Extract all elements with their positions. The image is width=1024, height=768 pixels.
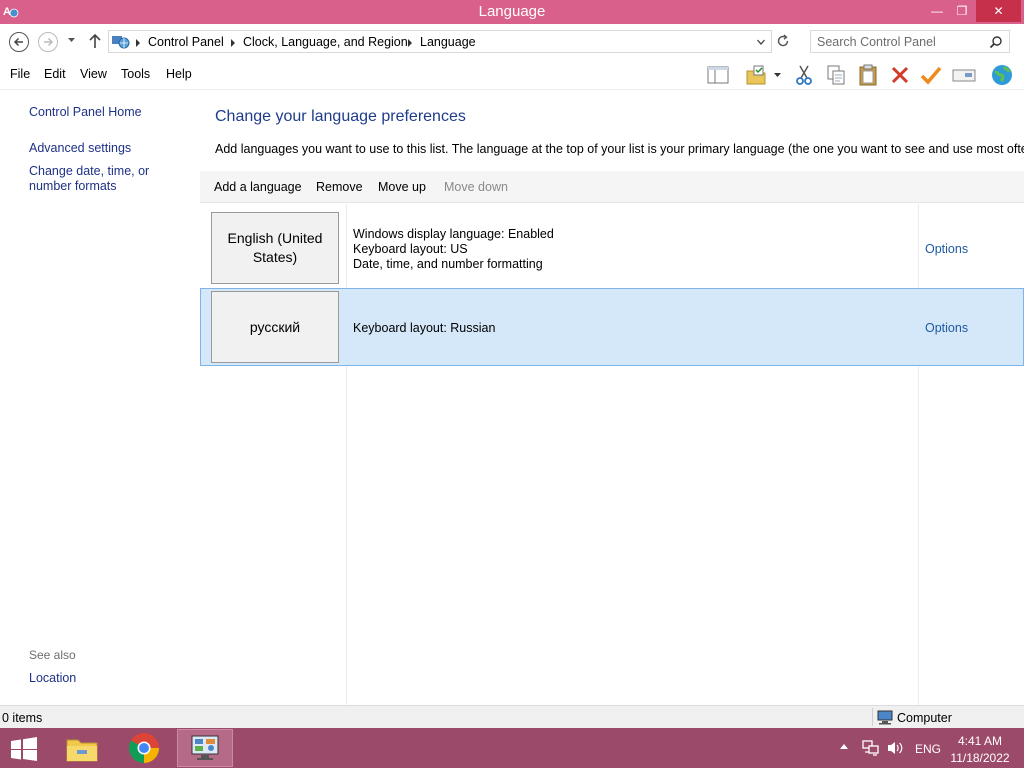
address-box[interactable]: Control Panel Clock, Language, and Regio…	[108, 30, 772, 53]
breadcrumb-separator[interactable]	[408, 39, 412, 47]
close-button[interactable]: ✕	[976, 0, 1021, 22]
folder-icon	[66, 739, 98, 762]
language-row[interactable]: English (United States) Windows display …	[200, 210, 1024, 288]
window-title: Language	[478, 3, 546, 20]
control-panel-icon	[112, 36, 130, 49]
page-description: Add languages you want to use to this li…	[215, 142, 1024, 156]
breadcrumb-language[interactable]: Language	[420, 35, 476, 49]
forward-button[interactable]	[38, 32, 58, 52]
search-input[interactable]	[817, 34, 983, 50]
breadcrumb-separator[interactable]	[231, 39, 235, 47]
language-details: Windows display language: Enabled Keyboa…	[353, 227, 554, 272]
change-date-formats-link[interactable]: Change date, time, or number formats	[29, 164, 194, 194]
file-explorer-taskbar-button[interactable]	[54, 729, 110, 767]
control-panel-icon	[191, 735, 219, 760]
breadcrumb-clock-language-region[interactable]: Clock, Language, and Region	[243, 35, 408, 49]
globe-icon[interactable]	[990, 63, 1014, 87]
language-details: Keyboard layout: Russian	[353, 321, 495, 336]
left-navigation: Control Panel Home Advanced settings Cha…	[0, 91, 200, 705]
breadcrumb-separator[interactable]	[136, 39, 140, 47]
search-box[interactable]	[810, 30, 1010, 53]
language-row-selected[interactable]: русский Keyboard layout: Russian Options	[200, 288, 1024, 366]
arrow-right-icon	[44, 37, 54, 47]
chrome-taskbar-button[interactable]	[116, 729, 172, 767]
recent-locations-dropdown-icon[interactable]	[67, 36, 76, 44]
advanced-settings-link[interactable]: Advanced settings	[29, 141, 199, 156]
status-location: Computer	[897, 711, 952, 725]
clock-date[interactable]: 11/18/2022	[940, 751, 1020, 765]
command-bar: Add a language Remove Move up Move down	[200, 171, 1024, 203]
control-panel-home-link[interactable]: Control Panel Home	[29, 105, 199, 120]
dropdown-arrow-icon[interactable]	[770, 63, 784, 87]
address-bar-row: Control Panel Clock, Language, and Regio…	[0, 24, 1024, 58]
language-detail-line: Date, time, and number formatting	[353, 257, 543, 271]
computer-icon	[877, 710, 893, 725]
title-bar: A Language — ❐ ✕	[0, 0, 1024, 24]
add-language-button[interactable]: Add a language	[214, 180, 302, 194]
move-up-button[interactable]: Move up	[378, 180, 426, 194]
menu-file[interactable]: File	[10, 67, 30, 81]
language-detail-line: Keyboard layout: US	[353, 242, 468, 256]
menu-tools[interactable]: Tools	[121, 67, 150, 81]
menu-bar: File Edit View Tools Help	[0, 58, 1024, 90]
status-separator	[872, 708, 873, 726]
checkmark-icon[interactable]	[919, 63, 943, 87]
volume-icon[interactable]	[886, 740, 904, 756]
page-title: Change your language preferences	[215, 108, 466, 125]
location-link[interactable]: Location	[29, 671, 199, 686]
layout-pane-icon[interactable]	[706, 63, 730, 87]
windows-start-icon[interactable]	[10, 737, 38, 761]
network-icon[interactable]	[862, 740, 880, 756]
delete-icon[interactable]	[888, 63, 912, 87]
search-icon[interactable]	[989, 35, 1003, 49]
menu-help[interactable]: Help	[166, 67, 192, 81]
cut-icon[interactable]	[792, 63, 816, 87]
chevron-down-icon[interactable]	[756, 37, 766, 47]
language-options-link[interactable]: Options	[925, 242, 968, 256]
up-arrow-icon[interactable]	[88, 33, 102, 49]
input-language-indicator[interactable]: ENG	[915, 742, 941, 756]
paste-icon[interactable]	[856, 63, 880, 87]
status-bar: 0 items Computer	[0, 705, 1024, 728]
item-count: 0 items	[2, 711, 43, 725]
control-panel-taskbar-button[interactable]	[177, 729, 233, 767]
language-options-link[interactable]: Options	[925, 321, 968, 335]
show-hidden-icons-button[interactable]	[840, 744, 848, 749]
arrow-left-icon	[13, 37, 23, 47]
refresh-icon[interactable]	[776, 34, 790, 48]
language-tile[interactable]: русский	[211, 291, 339, 363]
menu-edit[interactable]: Edit	[44, 67, 66, 81]
language-detail-line: Keyboard layout: Russian	[353, 321, 496, 335]
properties-folder-icon[interactable]	[744, 63, 768, 87]
clock-time[interactable]: 4:41 AM	[940, 734, 1020, 748]
remove-button[interactable]: Remove	[316, 180, 363, 194]
back-button[interactable]	[9, 32, 29, 52]
menu-view[interactable]: View	[80, 67, 107, 81]
breadcrumb-control-panel[interactable]: Control Panel	[148, 35, 224, 49]
taskbar: ENG 4:41 AM 11/18/2022	[0, 728, 1024, 768]
language-detail-line: Windows display language: Enabled	[353, 227, 554, 241]
copy-icon[interactable]	[824, 63, 848, 87]
language-tile[interactable]: English (United States)	[211, 212, 339, 284]
main-content: Change your language preferences Add lan…	[200, 91, 1024, 705]
see-also-heading: See also	[29, 648, 76, 662]
maximize-button[interactable]: ❐	[947, 0, 977, 22]
chrome-icon	[128, 733, 160, 763]
rename-icon[interactable]	[952, 63, 976, 87]
move-down-button: Move down	[444, 180, 508, 194]
